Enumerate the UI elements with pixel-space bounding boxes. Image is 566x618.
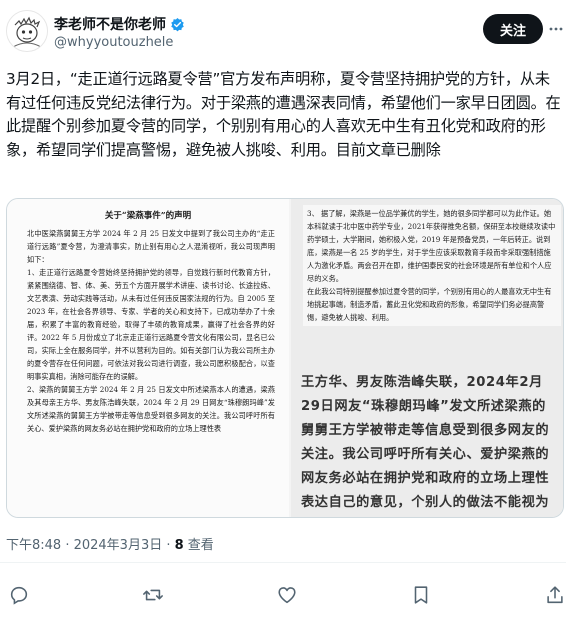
statement-document-right: 3、 据了解，梁燕是一位品学兼优的学生，她的很多同学都可以为此作证。她本科就读于… bbox=[291, 199, 563, 517]
user-handle[interactable]: @whyyoutouzhele bbox=[54, 35, 173, 50]
verified-badge-icon bbox=[170, 17, 185, 32]
views-count: 8 bbox=[174, 538, 184, 553]
bookmark-icon[interactable] bbox=[410, 584, 432, 606]
views-label: 查看 bbox=[183, 538, 214, 553]
post-media-image[interactable]: 关于“梁燕事件”的声明 北中医梁燕舅舅王方学 2024 年 2 月 25 日发文… bbox=[6, 198, 564, 518]
more-options-icon[interactable] bbox=[548, 21, 564, 37]
document-zoomed-excerpt: 王方华、男友陈浩峰失联，2024年2月29日网友“珠穆朗玛峰”发文所述梁燕的舅舅… bbox=[301, 375, 550, 510]
divider bbox=[0, 562, 566, 563]
share-icon[interactable] bbox=[544, 584, 566, 606]
reply-icon[interactable] bbox=[8, 584, 30, 606]
post-text: 3月2日，“走正道行远路夏令营”官方发布声明称，夏令营坚持拥护党的方针，从未有过… bbox=[6, 70, 561, 159]
display-name[interactable]: 李老师不是你老师 bbox=[54, 14, 166, 34]
document-title: 关于“梁燕事件”的声明 bbox=[104, 211, 192, 221]
action-bar bbox=[0, 580, 566, 610]
like-icon[interactable] bbox=[276, 584, 298, 606]
avatar-cartoon-icon bbox=[7, 11, 47, 51]
post-timestamp[interactable]: 下午8:48 · 2024年3月3日 · bbox=[6, 538, 175, 553]
document-body: 北中医梁燕舅舅王方学 2024 年 2 月 25 日发文中提到了我公司主办的“走… bbox=[27, 229, 275, 433]
document-right-top-text: 3、 据了解，梁燕是一位品学兼优的学生，她的很多同学都可以为此作证。她本科就读于… bbox=[303, 205, 561, 326]
follow-button[interactable]: 关注 bbox=[483, 14, 543, 44]
post-meta: 下午8:48 · 2024年3月3日 · 8 查看 bbox=[6, 534, 214, 553]
statement-document-left: 关于“梁燕事件”的声明 北中医梁燕舅舅王方学 2024 年 2 月 25 日发文… bbox=[7, 199, 289, 517]
post-header: 李老师不是你老师 @whyyoutouzhele 关注 bbox=[0, 0, 566, 64]
repost-icon[interactable] bbox=[142, 584, 164, 606]
avatar[interactable] bbox=[6, 10, 48, 52]
